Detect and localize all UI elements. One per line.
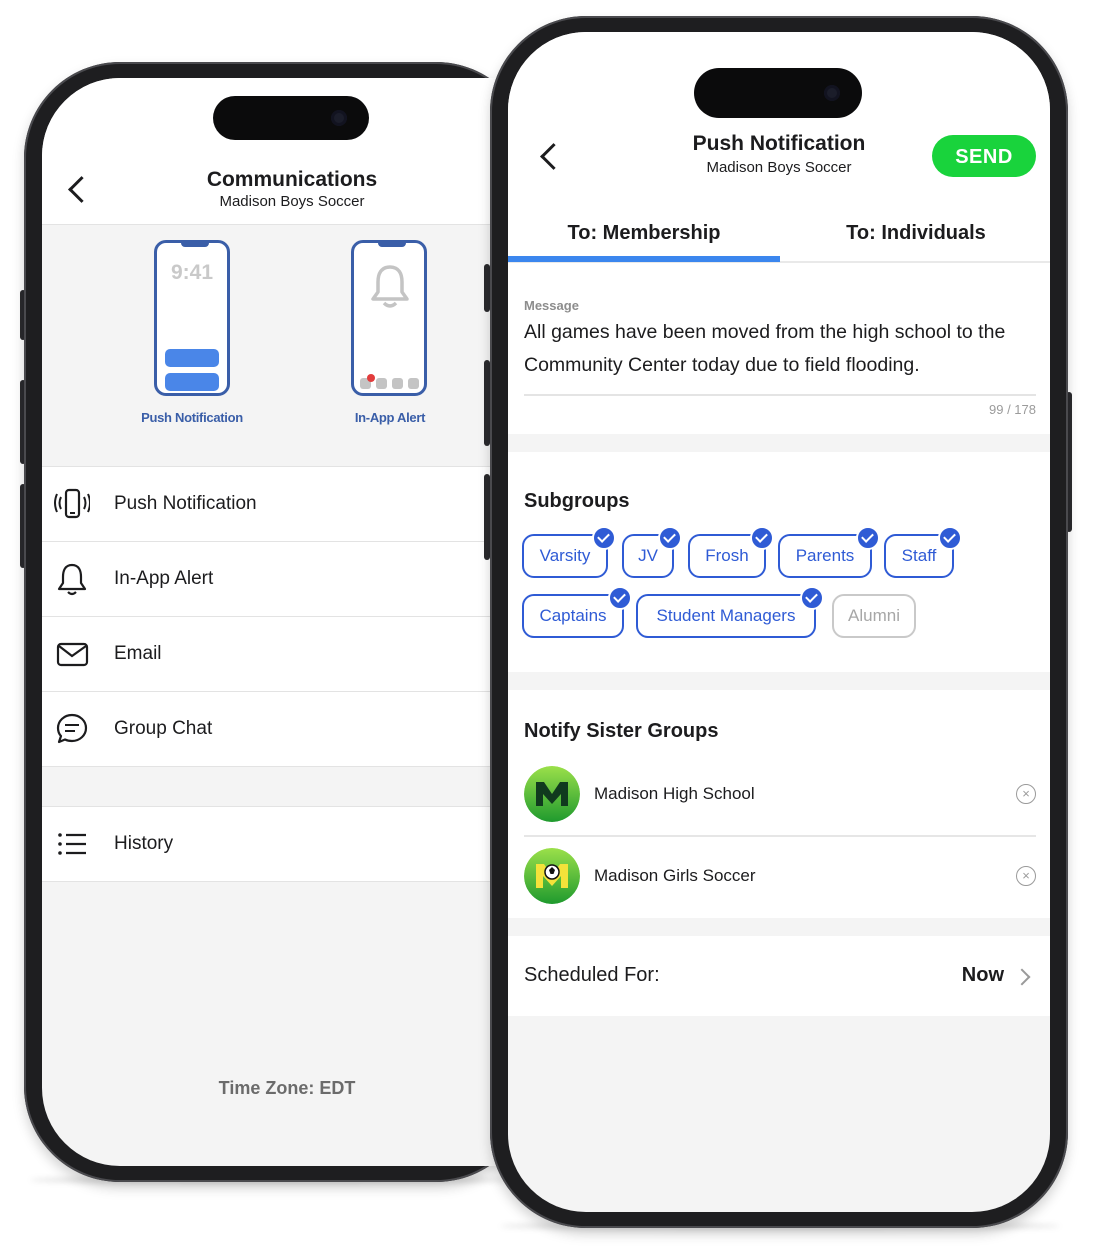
notification-bar-icon: [165, 349, 219, 367]
sister-group-row[interactable]: Madison Girls Soccer ×: [524, 836, 1036, 916]
check-icon: [658, 526, 682, 550]
sister-groups-title: Notify Sister Groups: [524, 720, 719, 742]
chip-label: Staff: [901, 546, 937, 565]
camera-icon: [824, 85, 840, 101]
illus-notch: [378, 240, 406, 247]
communications-menu: Push Notification In-App Alert Email Gro…: [42, 466, 532, 767]
tab-membership[interactable]: To: Membership: [508, 222, 780, 245]
sister-group-name: Madison High School: [594, 784, 755, 803]
communications-screen: Communications Madison Boys Soccer 9:41 …: [42, 78, 532, 1166]
chip-label: Frosh: [705, 546, 749, 565]
timezone-label: Time Zone: EDT: [218, 1078, 356, 1098]
nav-header: Push Notification Madison Boys Soccer SE…: [508, 32, 1050, 264]
subgroup-chip-alumni[interactable]: Alumni: [832, 594, 916, 638]
send-button[interactable]: SEND: [932, 135, 1036, 177]
madison-high-school-logo-icon: [524, 766, 580, 822]
subgroup-chip-varsity[interactable]: Varsity: [522, 526, 616, 578]
dock-app-icon: [376, 378, 387, 389]
right-phone-frame: Push Notification Madison Boys Soccer SE…: [490, 16, 1068, 1228]
chevron-right-icon: [1013, 968, 1031, 986]
remove-circle-icon[interactable]: ×: [1016, 866, 1036, 886]
menu-item-email[interactable]: Email: [42, 617, 532, 692]
camera-icon: [331, 110, 347, 126]
dynamic-island: [213, 96, 369, 140]
menu-item-label: History: [114, 833, 174, 854]
page-subtitle: Madison Boys Soccer: [219, 193, 365, 210]
menu-item-history[interactable]: History: [42, 807, 532, 882]
madison-girls-soccer-logo-icon: [524, 848, 580, 904]
subgroups-title: Subgroups: [524, 490, 630, 512]
chat-bubble-icon: [56, 713, 88, 744]
subgroup-chip-parents[interactable]: Parents: [778, 526, 880, 578]
page-title: Communications: [206, 168, 378, 191]
menu-item-push-notification[interactable]: Push Notification: [42, 467, 532, 542]
illus-notch: [181, 240, 209, 247]
sister-group-row[interactable]: Madison High School ×: [524, 754, 1036, 834]
push-illustration-label: Push Notification: [141, 410, 243, 425]
check-icon: [856, 526, 880, 550]
dock-app-icon: [408, 378, 419, 389]
chip-label: Captains: [539, 606, 607, 625]
menu-item-in-app-alert[interactable]: In-App Alert: [42, 542, 532, 617]
character-count: 99 / 178: [989, 402, 1036, 417]
message-card: Message All games have been moved from t…: [508, 264, 1050, 434]
left-phone-frame: Communications Madison Boys Soccer 9:41 …: [24, 62, 532, 1182]
illus-clock: 9:41: [170, 261, 214, 284]
subgroup-chip-student-managers[interactable]: Student Managers: [636, 586, 824, 638]
message-underline: [524, 394, 1036, 396]
bell-icon: [57, 563, 87, 596]
history-menu: History: [42, 806, 532, 882]
check-icon: [800, 586, 824, 610]
notification-bar-icon: [165, 373, 219, 391]
alert-illustration-label: In-App Alert: [354, 410, 426, 425]
chip-label: Varsity: [539, 546, 591, 565]
subgroups-card: Subgroups Varsity JV Frosh Parents Staff…: [508, 452, 1050, 672]
message-input[interactable]: All games have been moved from the high …: [524, 316, 1034, 382]
chip-label: Student Managers: [656, 606, 796, 625]
chip-label: JV: [638, 546, 658, 565]
vibrating-phone-icon: [54, 488, 90, 519]
menu-item-group-chat[interactable]: Group Chat: [42, 692, 532, 767]
subgroup-chip-jv[interactable]: JV: [622, 526, 682, 578]
scheduled-for-label: Scheduled For:: [524, 964, 660, 986]
menu-item-label: Email: [114, 643, 162, 664]
push-notification-illustration[interactable]: 9:41: [154, 240, 230, 396]
check-icon: [608, 586, 632, 610]
dock-app-icon: [392, 378, 403, 389]
schedule-row[interactable]: Scheduled For: Now: [508, 936, 1050, 1016]
menu-item-label: In-App Alert: [114, 568, 214, 589]
tab-individuals[interactable]: To: Individuals: [780, 222, 1050, 245]
check-icon: [938, 526, 962, 550]
active-tab-indicator: [508, 256, 780, 262]
subgroup-chip-frosh[interactable]: Frosh: [688, 526, 774, 578]
sister-groups-card: Notify Sister Groups Madison High School…: [508, 690, 1050, 918]
scheduled-for-value: Now: [961, 964, 1004, 986]
envelope-icon: [56, 642, 89, 667]
chip-label: Alumni: [848, 606, 900, 625]
subgroup-chip-staff[interactable]: Staff: [884, 526, 962, 578]
menu-item-label: Push Notification: [114, 493, 257, 514]
sister-group-name: Madison Girls Soccer: [594, 866, 756, 885]
subgroup-chip-captains[interactable]: Captains: [522, 586, 632, 638]
dynamic-island: [694, 68, 862, 118]
check-icon: [592, 526, 616, 550]
alert-badge-icon: [367, 374, 375, 382]
check-icon: [750, 526, 774, 550]
menu-item-label: Group Chat: [114, 718, 213, 739]
bell-icon: [371, 265, 409, 308]
chip-label: Parents: [795, 546, 855, 565]
list-icon: [58, 833, 86, 855]
remove-circle-icon[interactable]: ×: [1016, 784, 1036, 804]
in-app-alert-illustration[interactable]: [351, 240, 427, 396]
push-notification-screen: Push Notification Madison Boys Soccer SE…: [508, 32, 1050, 1212]
message-label: Message: [524, 298, 579, 313]
